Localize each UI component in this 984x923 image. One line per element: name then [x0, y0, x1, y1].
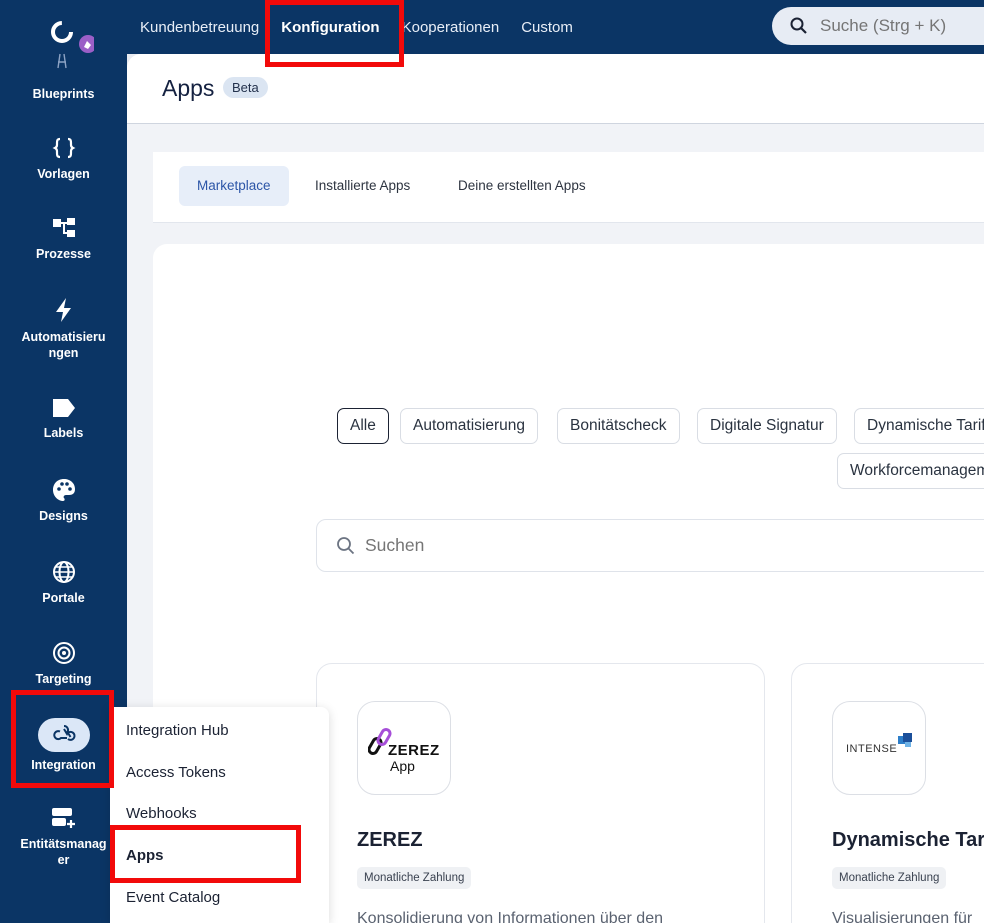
highlight-apps	[110, 825, 301, 883]
topnav-kundenbetreuung[interactable]: Kundenbetreuung	[140, 19, 259, 36]
sidebar-item-targeting[interactable]: Targeting	[0, 641, 127, 687]
sidebar-item-label: Blueprints	[32, 87, 95, 101]
zerez-logo-subtext: App	[390, 758, 415, 774]
lightning-icon	[55, 298, 71, 322]
app-logo[interactable]	[48, 18, 97, 79]
sidebar-item-label: Portale	[42, 591, 85, 605]
zerez-logo-text: ZEREZ	[388, 742, 440, 759]
sidebar-item-label: Entitätsmanag	[20, 837, 107, 851]
intense-mark-icon	[898, 733, 912, 747]
integration-flyout-menu: Integration Hub Access Tokens Webhooks A…	[110, 707, 329, 923]
menu-item-access-tokens[interactable]: Access Tokens	[126, 764, 226, 781]
beta-badge: Beta	[223, 77, 268, 98]
process-icon	[52, 218, 75, 237]
menu-item-webhooks[interactable]: Webhooks	[126, 805, 197, 822]
global-search[interactable]	[772, 7, 984, 45]
filter-workforcemanagement[interactable]: Workforcemanagement	[837, 453, 984, 489]
payment-badge: Monatliche Zahlung	[357, 867, 472, 889]
sidebar-item-entitaetsmanager[interactable]: Entitätsmanag er	[0, 806, 127, 868]
card-title: ZEREZ	[357, 829, 423, 851]
sidebar-item-automatisierungen[interactable]: Automatisieru ngen	[0, 297, 127, 361]
sidebar-item-blueprints[interactable]: Blueprints	[0, 86, 127, 102]
apps-search-input[interactable]	[363, 534, 667, 557]
palette-icon	[52, 479, 75, 501]
sidebar-item-portale[interactable]: Portale	[0, 560, 127, 606]
tab-deine-erstellten-apps[interactable]: Deine erstellten Apps	[440, 166, 604, 206]
filter-alle[interactable]: Alle	[337, 408, 389, 444]
topnav-kooperationen[interactable]: Kooperationen	[402, 19, 500, 36]
sidebar-item-labels[interactable]: Labels	[0, 397, 127, 441]
sidebar-item-label: Prozesse	[36, 247, 91, 261]
menu-item-integration-hub[interactable]: Integration Hub	[126, 722, 229, 739]
target-icon	[52, 642, 75, 664]
filter-digitale-signatur[interactable]: Digitale Signatur	[697, 408, 837, 444]
apps-search[interactable]	[316, 519, 984, 572]
entity-manager-icon	[51, 808, 75, 828]
filter-dynamische-tarife[interactable]: Dynamische Tarife	[854, 408, 984, 444]
sidebar-item-label: er	[57, 853, 70, 867]
global-search-input[interactable]	[818, 15, 984, 37]
filter-bonitaetscheck[interactable]: Bonitätscheck	[557, 408, 680, 444]
topnav-custom[interactable]: Custom	[521, 19, 573, 36]
card-title: Dynamische Tarife	[832, 829, 984, 851]
page-title: Apps	[162, 75, 215, 101]
menu-item-event-catalog[interactable]: Event Catalog	[126, 889, 220, 906]
sidebar-item-label: Automatisieru	[21, 330, 106, 344]
app-card-zerez[interactable]: ZEREZ App ZEREZ Monatliche Zahlung Konso…	[316, 663, 765, 923]
app-tabs: Marketplace Installierte Apps Deine erst…	[153, 152, 984, 223]
search-icon	[790, 17, 807, 34]
zerez-logo: ZEREZ App	[357, 701, 451, 795]
sidebar-item-label: Targeting	[35, 672, 92, 686]
sidebar-item-vorlagen[interactable]: Vorlagen	[0, 136, 127, 182]
sidebar-item-prozesse[interactable]: Prozesse	[0, 216, 127, 262]
sidebar-item-label: ngen	[48, 346, 79, 360]
tab-marketplace[interactable]: Marketplace	[179, 166, 289, 206]
top-bar: Kundenbetreuung Konfiguration Kooperatio…	[127, 0, 984, 54]
highlight-integration	[11, 690, 114, 788]
app-card-dynamische-tarife[interactable]: INTENSE Dynamische Tarife Monatliche Zah…	[791, 663, 984, 923]
sidebar-item-label: Labels	[43, 426, 84, 440]
sidebar-item-label: Vorlagen	[37, 167, 90, 181]
sidebar-item-label: Designs	[39, 509, 88, 523]
curly-braces-icon	[52, 137, 75, 159]
card-description: Konsolidierung von Informationen über de…	[357, 910, 663, 923]
intense-logo-text: INTENSE	[846, 743, 898, 755]
globe-icon	[52, 561, 75, 583]
intense-logo: INTENSE	[832, 701, 926, 795]
payment-badge: Monatliche Zahlung	[832, 867, 947, 889]
tag-icon	[52, 399, 75, 417]
search-icon	[337, 537, 355, 555]
page-header: Apps Beta	[127, 54, 984, 124]
highlight-konfiguration	[265, 0, 404, 67]
tab-installierte-apps[interactable]: Installierte Apps	[297, 166, 428, 206]
sidebar-item-designs[interactable]: Designs	[0, 478, 127, 524]
filter-automatisierung[interactable]: Automatisierung	[400, 408, 539, 444]
card-description: Visualisierungen für	[832, 910, 973, 923]
